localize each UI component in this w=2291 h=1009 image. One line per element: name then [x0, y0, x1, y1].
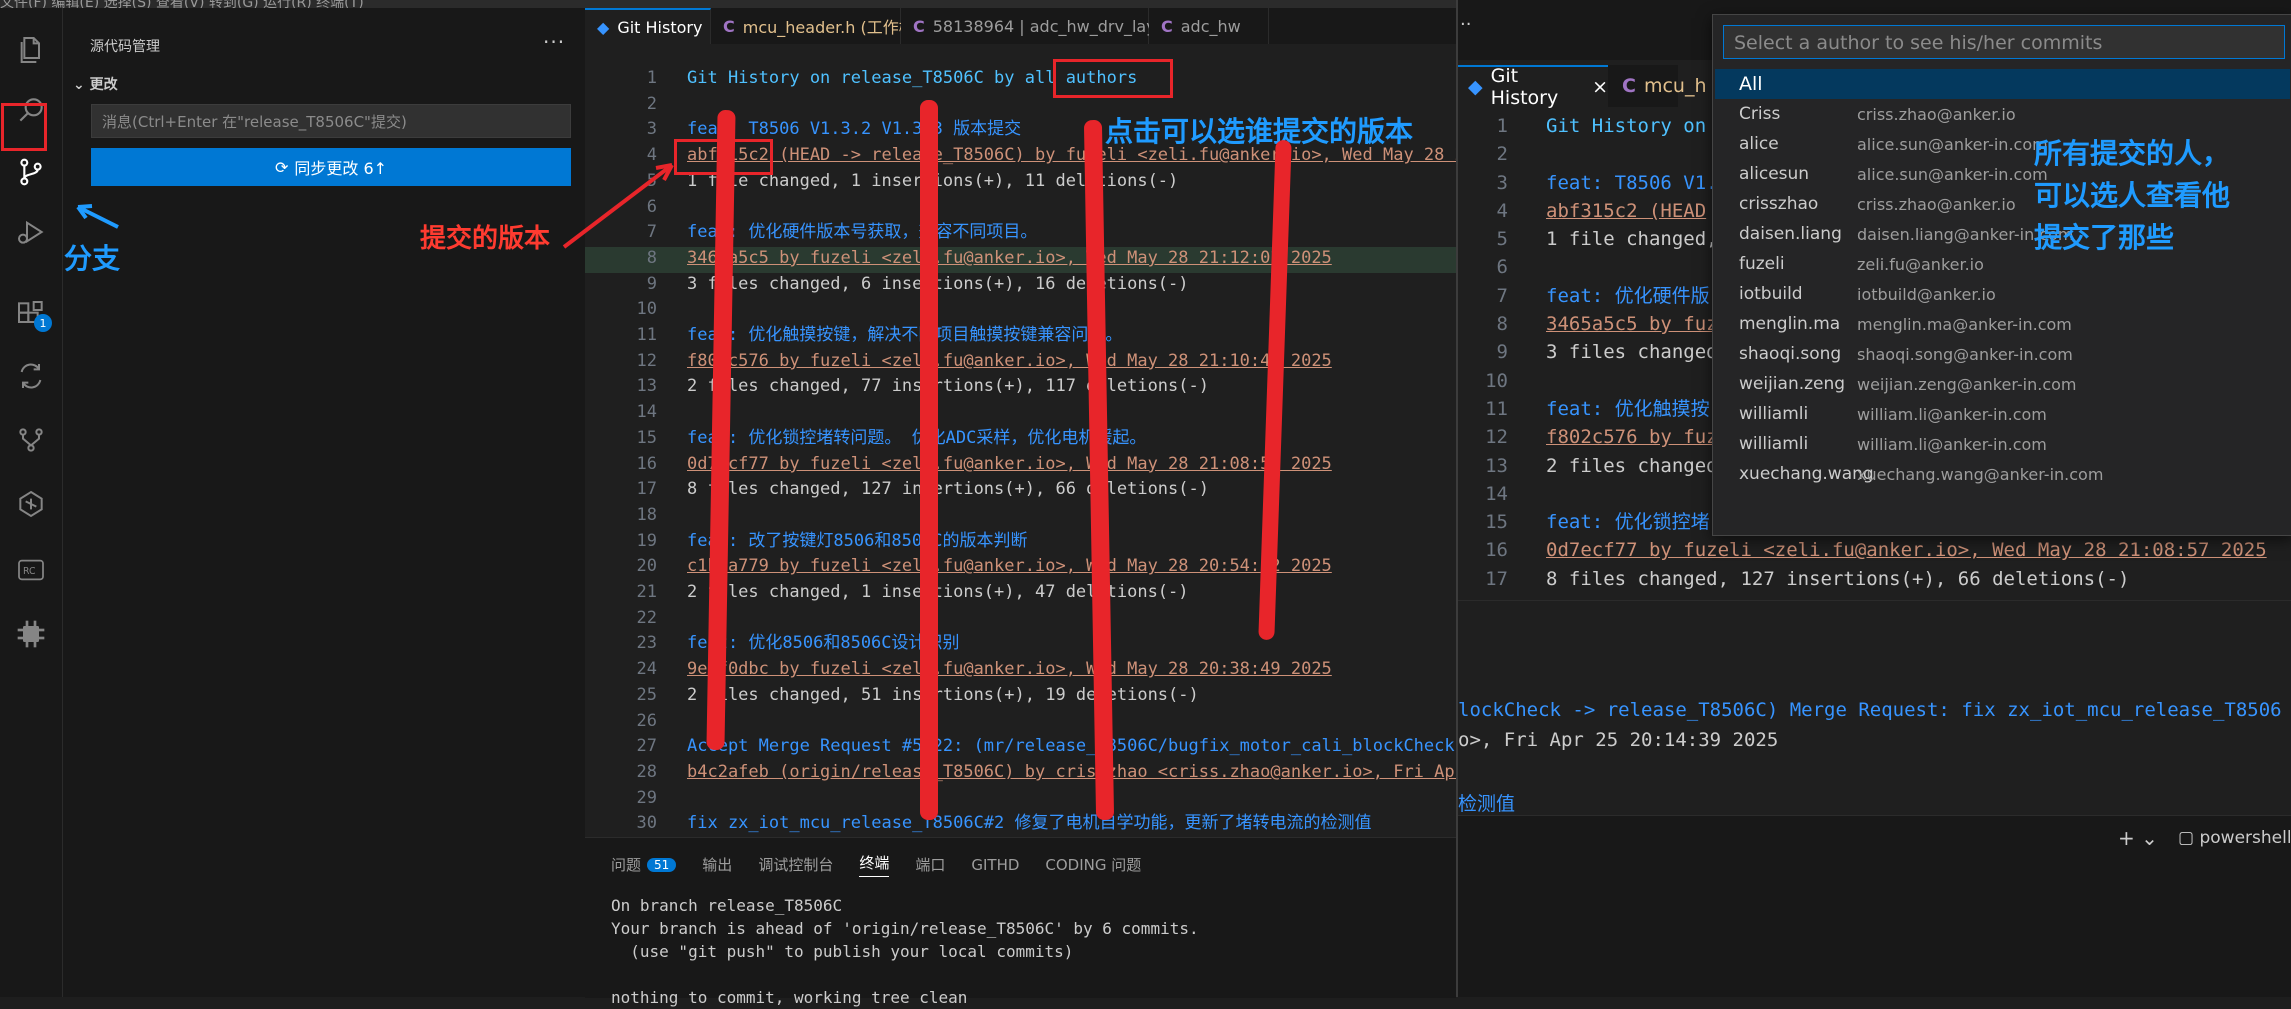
- commit-version-annotation: 提交的版本: [420, 224, 551, 254]
- all-committers-annotation: 所有提交的人， 可以选人查看他 提交了那些: [2034, 137, 2231, 254]
- select-version-annotation: 点击可以选谁提交的版本: [1105, 115, 1414, 148]
- branch-annotation: 分支: [64, 242, 121, 275]
- redaction-scribble: [920, 100, 938, 820]
